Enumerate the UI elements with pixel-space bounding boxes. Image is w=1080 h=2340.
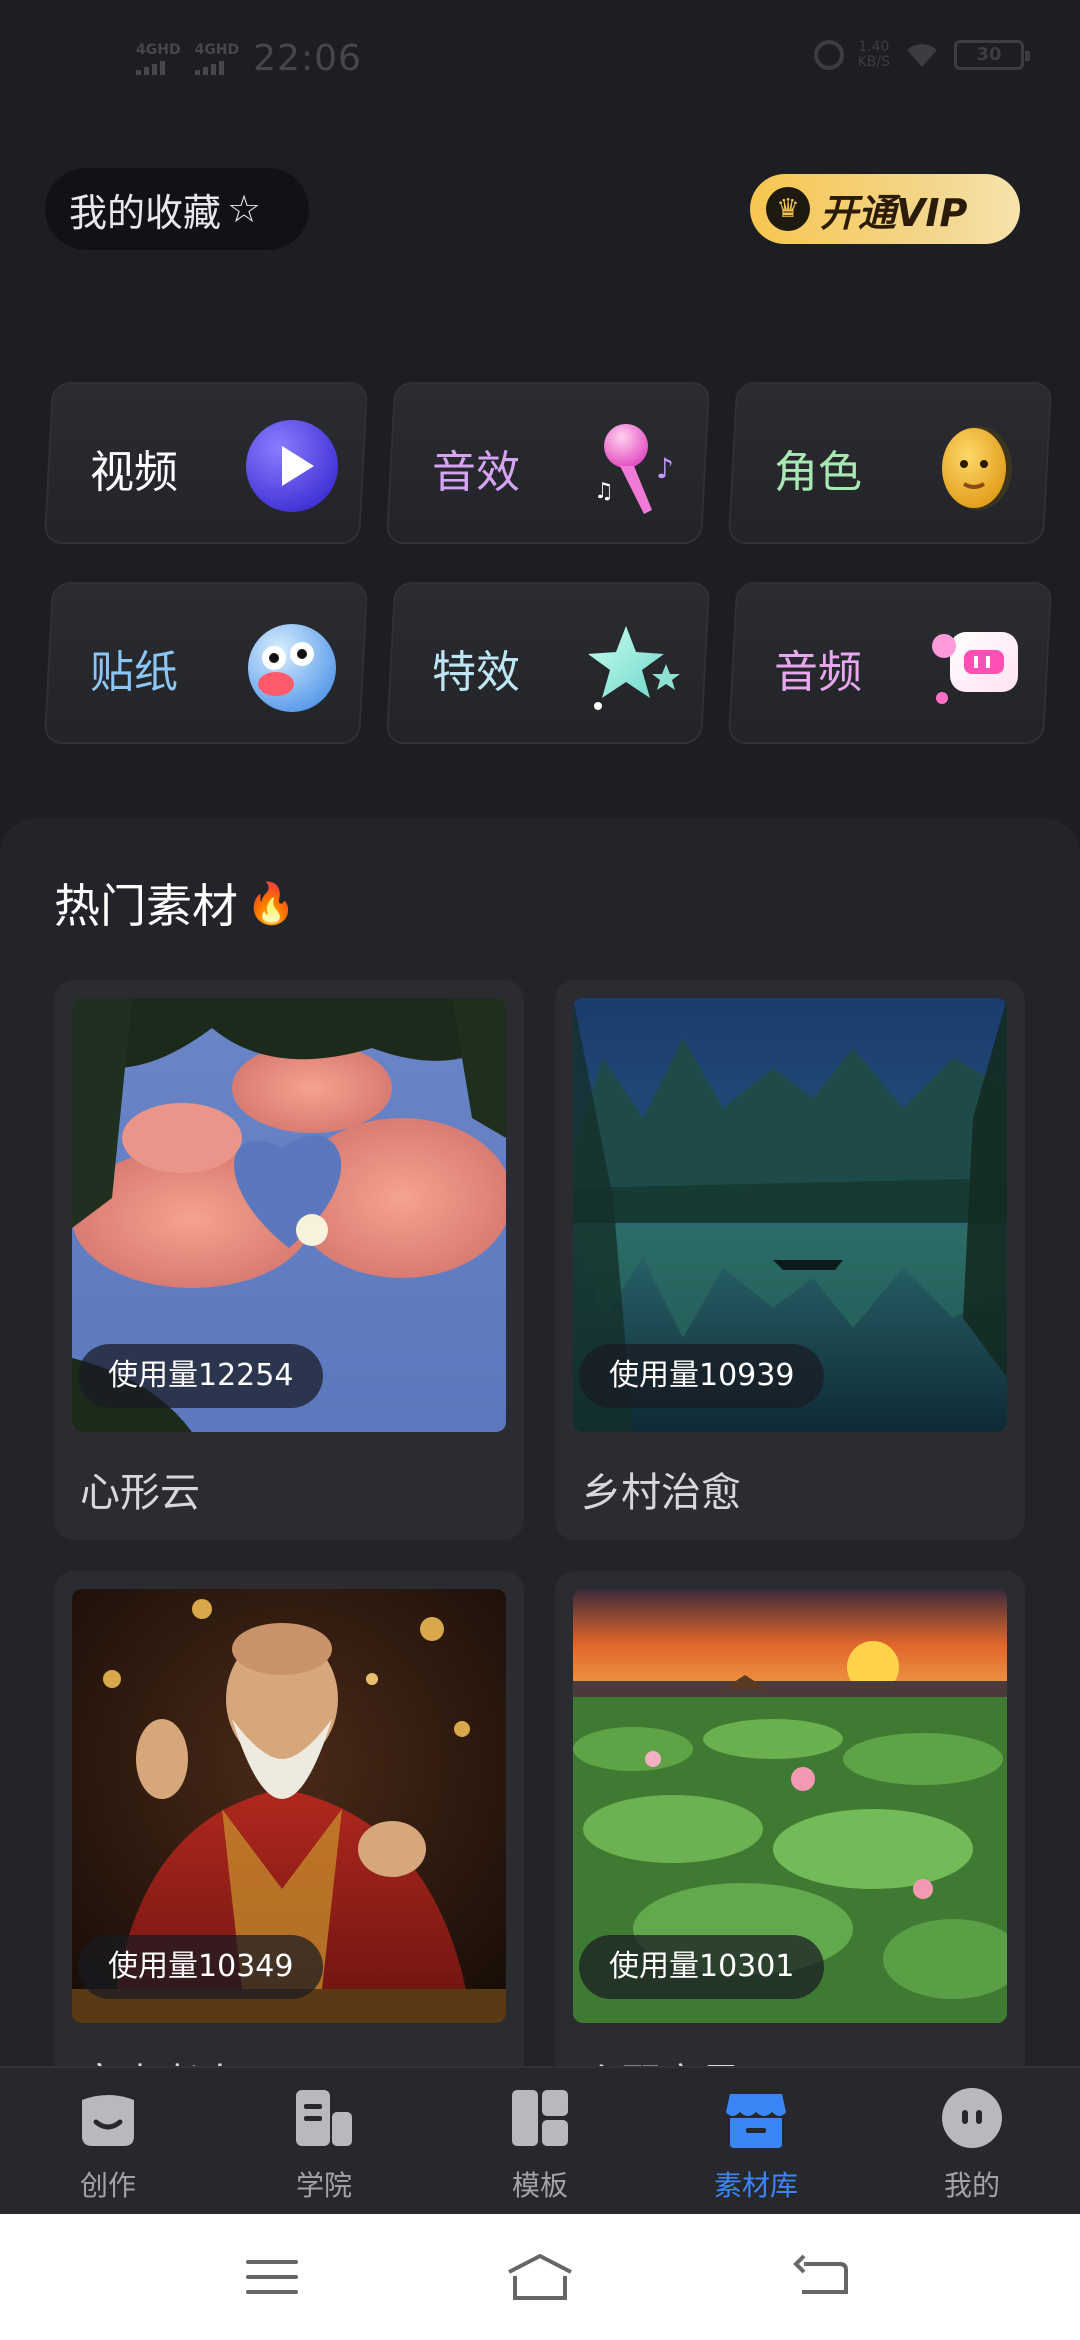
vip-button[interactable]: ♛ 开通VIP: [750, 174, 1020, 244]
status-bar: 4GHD 4GHD 22:06 1.40 KB/S 30: [0, 0, 1080, 120]
crown-icon: ♛: [766, 187, 810, 231]
favorites-button[interactable]: 我的收藏 ☆: [45, 168, 309, 250]
category-sound-effect[interactable]: 音效 ♪ ♫: [385, 382, 711, 544]
category-label: 视频: [90, 447, 178, 498]
usage-count: 使用量10939: [579, 1344, 825, 1408]
category-label: 贴纸: [90, 647, 178, 698]
star-icon: [588, 626, 680, 710]
tab-academy[interactable]: 学院: [254, 2086, 394, 2204]
category-effects[interactable]: 特效: [385, 582, 711, 744]
academy-icon: [296, 2090, 352, 2146]
battery-icon: 30: [954, 40, 1030, 70]
status-right: 1.40 KB/S 30: [813, 39, 1030, 70]
play-icon: [246, 420, 338, 512]
store-icon: [726, 2094, 786, 2148]
star-icon: ☆: [227, 187, 262, 231]
usage-count: 使用量10301: [579, 1935, 825, 1999]
category-label: 角色: [774, 447, 862, 498]
category-label: 特效: [432, 647, 520, 698]
tab-materials[interactable]: 素材库: [686, 2086, 826, 2204]
category-label: 音效: [432, 447, 520, 498]
template-icon: [512, 2090, 568, 2146]
signal-sim2-icon: 4GHD: [194, 43, 239, 75]
system-nav-bar: [0, 2214, 1080, 2340]
profile-icon: [942, 2088, 1002, 2148]
create-icon: [82, 2095, 134, 2146]
sticker-face-icon: [248, 624, 336, 712]
home-icon[interactable]: [505, 2250, 575, 2304]
alarm-icon: [813, 40, 844, 70]
usage-count: 使用量10349: [78, 1935, 324, 1999]
material-title: 心形云: [80, 1470, 200, 1516]
svg-text:♫: ♫: [594, 479, 614, 504]
wifi-icon: [907, 44, 937, 67]
back-icon[interactable]: [790, 2250, 850, 2304]
hot-title: 热门素材 🔥: [54, 879, 296, 933]
microphone-icon: ♪ ♫: [594, 424, 674, 514]
category-video[interactable]: 视频: [43, 382, 369, 544]
category-sticker[interactable]: 贴纸: [43, 582, 369, 744]
category-label: 音频: [774, 647, 862, 698]
material-thumbnail[interactable]: 使用量10301: [573, 1589, 1007, 2023]
tab-template[interactable]: 模板: [470, 2086, 610, 2204]
material-card[interactable]: 使用量10349 富贵老人: [54, 1571, 524, 2131]
material-thumbnail[interactable]: 使用量10349: [72, 1589, 506, 2023]
face-icon: [942, 426, 1012, 510]
clock: 22:06: [253, 38, 362, 79]
status-left: 4GHD 4GHD 22:06: [136, 38, 362, 79]
material-card[interactable]: 使用量10939 乡村治愈: [555, 980, 1025, 1540]
tab-create[interactable]: 创作: [38, 2086, 178, 2204]
network-speed: 1.40 KB/S: [857, 39, 890, 70]
material-title: 乡村治愈: [581, 1470, 741, 1516]
vip-label: 开通VIP: [820, 190, 968, 235]
bottom-nav: 创作 学院 模板 素材库 我的: [0, 2066, 1080, 2214]
category-character[interactable]: 角色: [727, 382, 1053, 544]
material-card[interactable]: 使用量10301 乡野宁景: [555, 1571, 1025, 2131]
favorites-label: 我的收藏: [69, 190, 222, 235]
material-card[interactable]: 使用量12254 心形云: [54, 980, 524, 1540]
audio-chat-icon: [932, 632, 1018, 704]
usage-count: 使用量12254: [78, 1344, 324, 1408]
material-thumbnail[interactable]: 使用量10939: [573, 998, 1007, 1432]
category-audio[interactable]: 音频: [727, 582, 1053, 744]
menu-icon[interactable]: [242, 2250, 302, 2304]
signal-sim1-icon: 4GHD: [136, 43, 181, 75]
material-thumbnail[interactable]: 使用量12254: [72, 998, 506, 1432]
tab-profile[interactable]: 我的: [902, 2086, 1042, 2204]
fire-icon: 🔥: [246, 880, 296, 927]
svg-text:♪: ♪: [656, 452, 674, 485]
